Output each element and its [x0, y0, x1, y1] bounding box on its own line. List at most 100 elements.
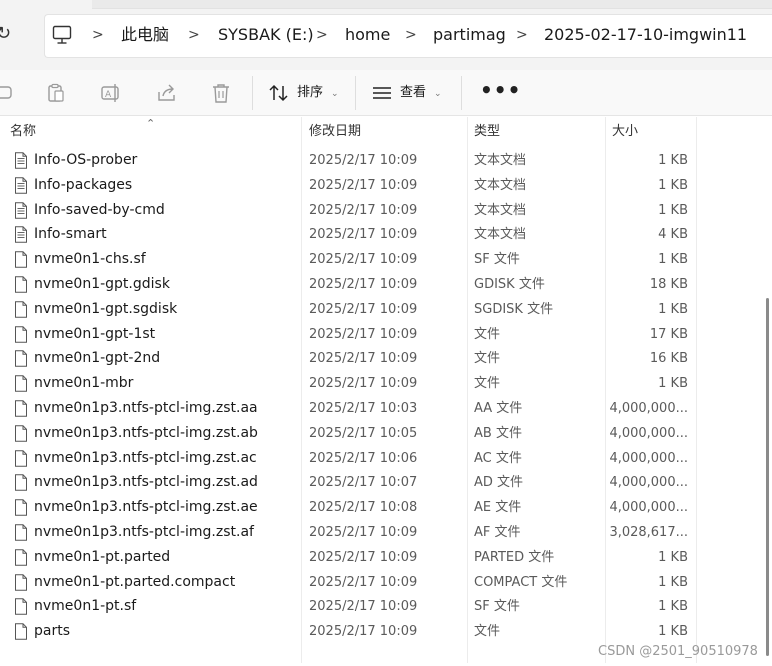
file-name: nvme0n1-gpt.sgdisk [34, 300, 178, 317]
file-type: AC 文件 [474, 450, 522, 466]
column-header-name[interactable]: 名称 [10, 117, 36, 147]
watermark-text: CSDN @2501_90510978 [598, 644, 758, 659]
text-document-icon [15, 177, 27, 194]
chevron-right-icon[interactable]: > [516, 25, 528, 45]
svg-text:A: A [105, 90, 112, 100]
share-icon[interactable] [156, 82, 178, 104]
file-type: 文本文档 [474, 202, 527, 218]
file-row[interactable]: nvme0n1-pt.parted.compact 2025/2/17 10:09… [0, 570, 700, 595]
file-modified-date: 2025/2/17 10:09 [309, 574, 418, 590]
column-header-type[interactable]: 类型 [474, 117, 500, 147]
file-row[interactable]: Info-OS-prober 2025/2/17 10:09 文本文档 1 KB [0, 148, 700, 173]
file-size: 4,000,000... [609, 401, 688, 416]
file-icon [15, 623, 27, 640]
file-modified-date: 2025/2/17 10:07 [309, 475, 418, 491]
file-size: 4,000,000... [609, 450, 688, 466]
file-name: nvme0n1-pt.sf [34, 598, 137, 615]
file-icon [15, 474, 27, 492]
sort-button-label[interactable]: 排序 [297, 83, 323, 103]
file-row[interactable]: nvme0n1p3.ntfs-ptcl-img.zst.ae 2025/2/17 … [0, 495, 700, 520]
file-row[interactable]: Info-smart 2025/2/17 10:09 文本文档 4 KB [0, 222, 700, 247]
chevron-down-icon[interactable]: ⌄ [331, 84, 339, 104]
file-row[interactable]: nvme0n1-gpt-2nd 2025/2/17 10:09 文件 16 KB [0, 346, 700, 371]
file-icon [15, 499, 27, 516]
file-type: AF 文件 [474, 525, 521, 540]
paste-icon[interactable] [45, 82, 67, 104]
file-modified-date: 2025/2/17 10:09 [309, 599, 418, 615]
file-name: nvme0n1p3.ntfs-ptcl-img.zst.aa [34, 400, 258, 416]
more-options-button[interactable]: ••• [480, 80, 521, 100]
refresh-icon[interactable]: ↻ [0, 22, 16, 46]
file-type: GDISK 文件 [474, 277, 545, 292]
file-row[interactable]: nvme0n1p3.ntfs-ptcl-img.zst.ab 2025/2/17 … [0, 421, 700, 446]
file-row[interactable]: nvme0n1-gpt-1st 2025/2/17 10:09 文件 17 KB [0, 322, 700, 347]
view-button-label[interactable]: 查看 [400, 83, 426, 103]
file-size: 17 KB [649, 326, 688, 342]
address-bar-area: ↻ > 此电脑 > SYSBAK (E:) > home > partimag … [0, 0, 772, 70]
file-row[interactable]: nvme0n1-pt.sf 2025/2/17 10:09 SF 文件 1 KB [0, 594, 700, 619]
chevron-down-icon[interactable]: ⌄ [434, 84, 442, 104]
file-name: Info-saved-by-cmd [34, 201, 165, 218]
file-size: 1 KB [658, 301, 688, 317]
file-row[interactable]: nvme0n1p3.ntfs-ptcl-img.zst.af 2025/2/17 … [0, 520, 700, 545]
breadcrumb-item-this-pc[interactable]: 此电脑 [121, 24, 169, 46]
file-size: 1 KB [658, 549, 688, 565]
file-icon [15, 549, 27, 566]
file-name: nvme0n1-chs.sf [34, 251, 146, 268]
comment-icon[interactable] [0, 82, 14, 104]
file-size: 1 KB [658, 599, 688, 615]
file-modified-date: 2025/2/17 10:09 [309, 202, 418, 218]
file-modified-date: 2025/2/17 10:05 [309, 425, 418, 441]
file-icon [15, 276, 27, 293]
command-bar: A 排序 ⌄ 查看 ⌄ ••• [0, 70, 772, 116]
breadcrumb-item-home[interactable]: home [345, 24, 390, 46]
file-name: nvme0n1p3.ntfs-ptcl-img.zst.ad [34, 474, 258, 491]
rename-icon[interactable]: A [100, 82, 122, 104]
file-row[interactable]: nvme0n1-chs.sf 2025/2/17 10:09 SF 文件 1 KB [0, 247, 700, 272]
file-name: nvme0n1-gpt-1st [34, 325, 156, 342]
breadcrumb-item-current-folder[interactable]: 2025-02-17-10-imgwin11 [544, 24, 747, 46]
file-row[interactable]: nvme0n1-mbr 2025/2/17 10:09 文件 1 KB [0, 371, 700, 396]
sort-icon[interactable] [268, 82, 290, 104]
file-row[interactable]: Info-packages 2025/2/17 10:09 文本文档 1 KB [0, 173, 700, 198]
file-icon [15, 573, 27, 591]
file-size: 1 KB [658, 574, 688, 590]
chevron-right-icon[interactable]: > [316, 25, 328, 45]
scrollbar-thumb[interactable] [766, 298, 769, 656]
file-row[interactable]: nvme0n1p3.ntfs-ptcl-img.zst.ad 2025/2/17 … [0, 470, 700, 495]
file-name: nvme0n1-pt.parted.compact [34, 573, 236, 590]
column-header-size[interactable]: 大小 [612, 117, 638, 147]
file-modified-date: 2025/2/17 10:09 [309, 227, 418, 243]
chevron-right-icon[interactable]: > [92, 25, 104, 45]
file-row[interactable]: nvme0n1-gpt.sgdisk 2025/2/17 10:09 SGDISK … [0, 297, 700, 322]
chevron-right-icon[interactable]: > [405, 25, 417, 45]
file-name: Info-packages [34, 176, 133, 193]
file-name: nvme0n1-gpt.gdisk [34, 276, 170, 292]
toolbar-divider [461, 76, 462, 110]
computer-icon[interactable] [52, 24, 72, 46]
column-header-date[interactable]: 修改日期 [309, 117, 361, 147]
delete-icon[interactable] [210, 82, 232, 104]
chevron-right-icon[interactable]: > [188, 25, 200, 45]
file-type: SF 文件 [474, 599, 520, 615]
file-size: 4,000,000... [609, 425, 688, 441]
breadcrumb-item-partimag[interactable]: partimag [433, 24, 506, 46]
file-type: AA 文件 [474, 401, 523, 416]
file-row[interactable]: nvme0n1p3.ntfs-ptcl-img.zst.aa 2025/2/17 … [0, 396, 700, 421]
file-type: AB 文件 [474, 425, 522, 441]
toolbar-divider [355, 76, 356, 110]
file-row[interactable]: Info-saved-by-cmd 2025/2/17 10:09 文本文档 1 KB [0, 198, 700, 223]
file-row[interactable]: nvme0n1-gpt.gdisk 2025/2/17 10:09 GDISK 文件… [0, 272, 700, 297]
file-icon [15, 350, 27, 368]
file-size: 1 KB [658, 202, 688, 218]
file-row[interactable]: parts 2025/2/17 10:09 文件 1 KB [0, 619, 700, 644]
toolbar-divider [252, 76, 253, 110]
view-icon[interactable] [371, 82, 393, 104]
file-type: SF 文件 [474, 252, 520, 268]
breadcrumb-item-drive[interactable]: SYSBAK (E:) [218, 24, 314, 46]
file-row[interactable]: nvme0n1p3.ntfs-ptcl-img.zst.ac 2025/2/17 … [0, 446, 700, 471]
file-modified-date: 2025/2/17 10:09 [309, 624, 418, 640]
file-size: 16 KB [649, 351, 688, 367]
file-icon [15, 375, 27, 392]
file-row[interactable]: nvme0n1-pt.parted 2025/2/17 10:09 PARTED 文… [0, 545, 700, 570]
